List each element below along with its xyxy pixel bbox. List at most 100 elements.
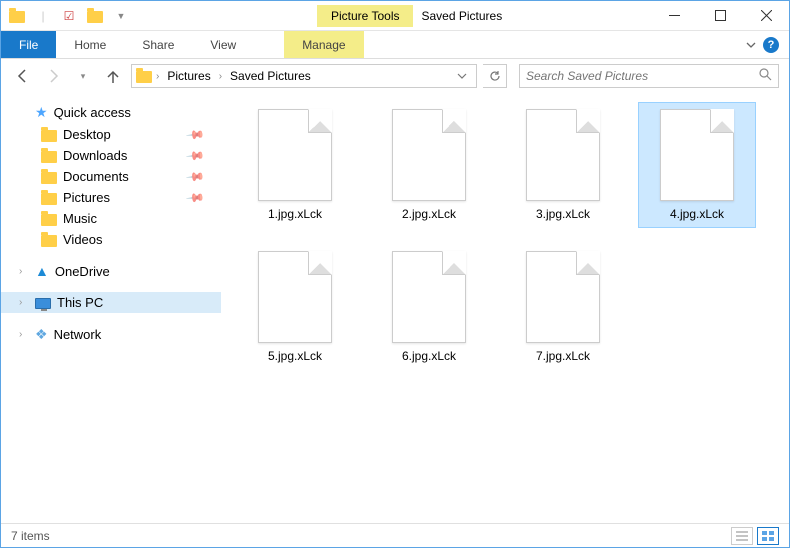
tab-home[interactable]: Home	[56, 31, 124, 58]
pin-icon: 📌	[185, 124, 205, 144]
sidebar-item-downloads[interactable]: Downloads 📌	[1, 145, 221, 166]
chevron-right-icon: ›	[19, 329, 29, 340]
ribbon: File Home Share View Manage ?	[1, 31, 789, 59]
view-details-button[interactable]	[731, 527, 753, 545]
sidebar-item-label: Pictures	[63, 190, 110, 205]
file-icon	[392, 109, 466, 201]
sidebar-quick-access[interactable]: ★ Quick access	[1, 101, 221, 124]
chevron-right-icon[interactable]: ›	[217, 71, 224, 82]
address-bar[interactable]: › Pictures › Saved Pictures	[131, 64, 477, 88]
view-icons-button[interactable]	[757, 527, 779, 545]
file-view[interactable]: 1.jpg.xLck 2.jpg.xLck 3.jpg.xLck 4.jpg.xLck…	[221, 93, 789, 523]
search-input[interactable]	[526, 69, 759, 83]
file-icon	[258, 109, 332, 201]
ribbon-expand-icon[interactable]	[745, 39, 757, 51]
new-folder-icon[interactable]	[83, 5, 107, 27]
chevron-right-icon: ›	[19, 266, 29, 277]
sidebar-item-label: Documents	[63, 169, 129, 184]
titlebar: | ☑ ▼ Picture Tools Saved Pictures	[1, 1, 789, 31]
breadcrumb[interactable]: Pictures	[163, 69, 214, 83]
refresh-button[interactable]	[483, 64, 507, 88]
address-dropdown-icon[interactable]	[452, 71, 472, 81]
window-controls	[651, 1, 789, 31]
folder-icon	[41, 235, 57, 247]
navigation-pane: ★ Quick access Desktop📌Downloads📌Documen…	[1, 93, 221, 523]
file-item[interactable]: 1.jpg.xLck	[237, 103, 353, 227]
item-count: 7 items	[11, 529, 50, 543]
pin-icon: 📌	[185, 166, 205, 186]
up-button[interactable]	[101, 64, 125, 88]
sidebar-network[interactable]: › ❖ Network	[1, 323, 221, 346]
sidebar-item-label: Videos	[63, 232, 103, 247]
back-button[interactable]	[11, 64, 35, 88]
sidebar-item-label: Desktop	[63, 127, 111, 142]
file-name: 6.jpg.xLck	[402, 349, 456, 363]
context-tab-label: Picture Tools	[317, 5, 413, 27]
pin-icon: 📌	[185, 187, 205, 207]
folder-icon	[41, 130, 57, 142]
sidebar-item-documents[interactable]: Documents 📌	[1, 166, 221, 187]
pin-icon: 📌	[185, 145, 205, 165]
folder-icon	[41, 214, 57, 226]
file-name: 2.jpg.xLck	[402, 207, 456, 221]
file-item[interactable]: 2.jpg.xLck	[371, 103, 487, 227]
sidebar-this-pc[interactable]: › This PC	[1, 292, 221, 313]
sidebar-item-label: Music	[63, 211, 97, 226]
help-icon[interactable]: ?	[763, 37, 779, 53]
chevron-right-icon[interactable]: ›	[154, 71, 161, 82]
minimize-button[interactable]	[651, 1, 697, 31]
file-item[interactable]: 4.jpg.xLck	[639, 103, 755, 227]
folder-icon	[41, 193, 57, 205]
sidebar-item-label: Downloads	[63, 148, 127, 163]
qat-separator: |	[31, 5, 55, 27]
properties-icon[interactable]: ☑	[57, 5, 81, 27]
folder-icon[interactable]	[5, 5, 29, 27]
sidebar-label: Network	[54, 327, 102, 342]
network-icon: ❖	[35, 326, 48, 343]
forward-button[interactable]	[41, 64, 65, 88]
sidebar-label: This PC	[57, 295, 103, 310]
file-icon	[660, 109, 734, 201]
tab-share[interactable]: Share	[124, 31, 192, 58]
tab-manage[interactable]: Manage	[284, 31, 363, 58]
sidebar-label: OneDrive	[55, 264, 110, 279]
sidebar-item-videos[interactable]: Videos	[1, 229, 221, 250]
file-icon	[258, 251, 332, 343]
file-item[interactable]: 3.jpg.xLck	[505, 103, 621, 227]
qat-dropdown-icon[interactable]: ▼	[109, 5, 133, 27]
window-title: Saved Pictures	[421, 9, 502, 23]
sidebar-label: Quick access	[54, 105, 131, 120]
file-item[interactable]: 7.jpg.xLck	[505, 245, 621, 369]
recent-dropdown-icon[interactable]: ▾	[71, 64, 95, 88]
sidebar-onedrive[interactable]: › ▲ OneDrive	[1, 260, 221, 282]
file-name: 3.jpg.xLck	[536, 207, 590, 221]
file-icon	[392, 251, 466, 343]
file-name: 5.jpg.xLck	[268, 349, 322, 363]
status-bar: 7 items	[1, 523, 789, 547]
breadcrumb[interactable]: Saved Pictures	[226, 69, 315, 83]
chevron-right-icon: ›	[19, 297, 29, 308]
file-icon	[526, 251, 600, 343]
file-name: 4.jpg.xLck	[670, 207, 724, 221]
sidebar-item-music[interactable]: Music	[1, 208, 221, 229]
maximize-button[interactable]	[697, 1, 743, 31]
cloud-icon: ▲	[35, 263, 49, 279]
file-item[interactable]: 5.jpg.xLck	[237, 245, 353, 369]
monitor-icon	[35, 298, 51, 309]
navigation-bar: ▾ › Pictures › Saved Pictures	[1, 59, 789, 93]
file-tab[interactable]: File	[1, 31, 56, 58]
folder-icon	[41, 172, 57, 184]
quick-access-toolbar: | ☑ ▼	[1, 5, 137, 27]
search-icon[interactable]	[759, 68, 772, 84]
search-box[interactable]	[519, 64, 779, 88]
address-folder-icon	[136, 71, 152, 83]
tab-view[interactable]: View	[192, 31, 254, 58]
sidebar-item-pictures[interactable]: Pictures 📌	[1, 187, 221, 208]
file-icon	[526, 109, 600, 201]
file-name: 1.jpg.xLck	[268, 207, 322, 221]
folder-icon	[41, 151, 57, 163]
file-item[interactable]: 6.jpg.xLck	[371, 245, 487, 369]
close-button[interactable]	[743, 1, 789, 31]
sidebar-item-desktop[interactable]: Desktop 📌	[1, 124, 221, 145]
file-name: 7.jpg.xLck	[536, 349, 590, 363]
